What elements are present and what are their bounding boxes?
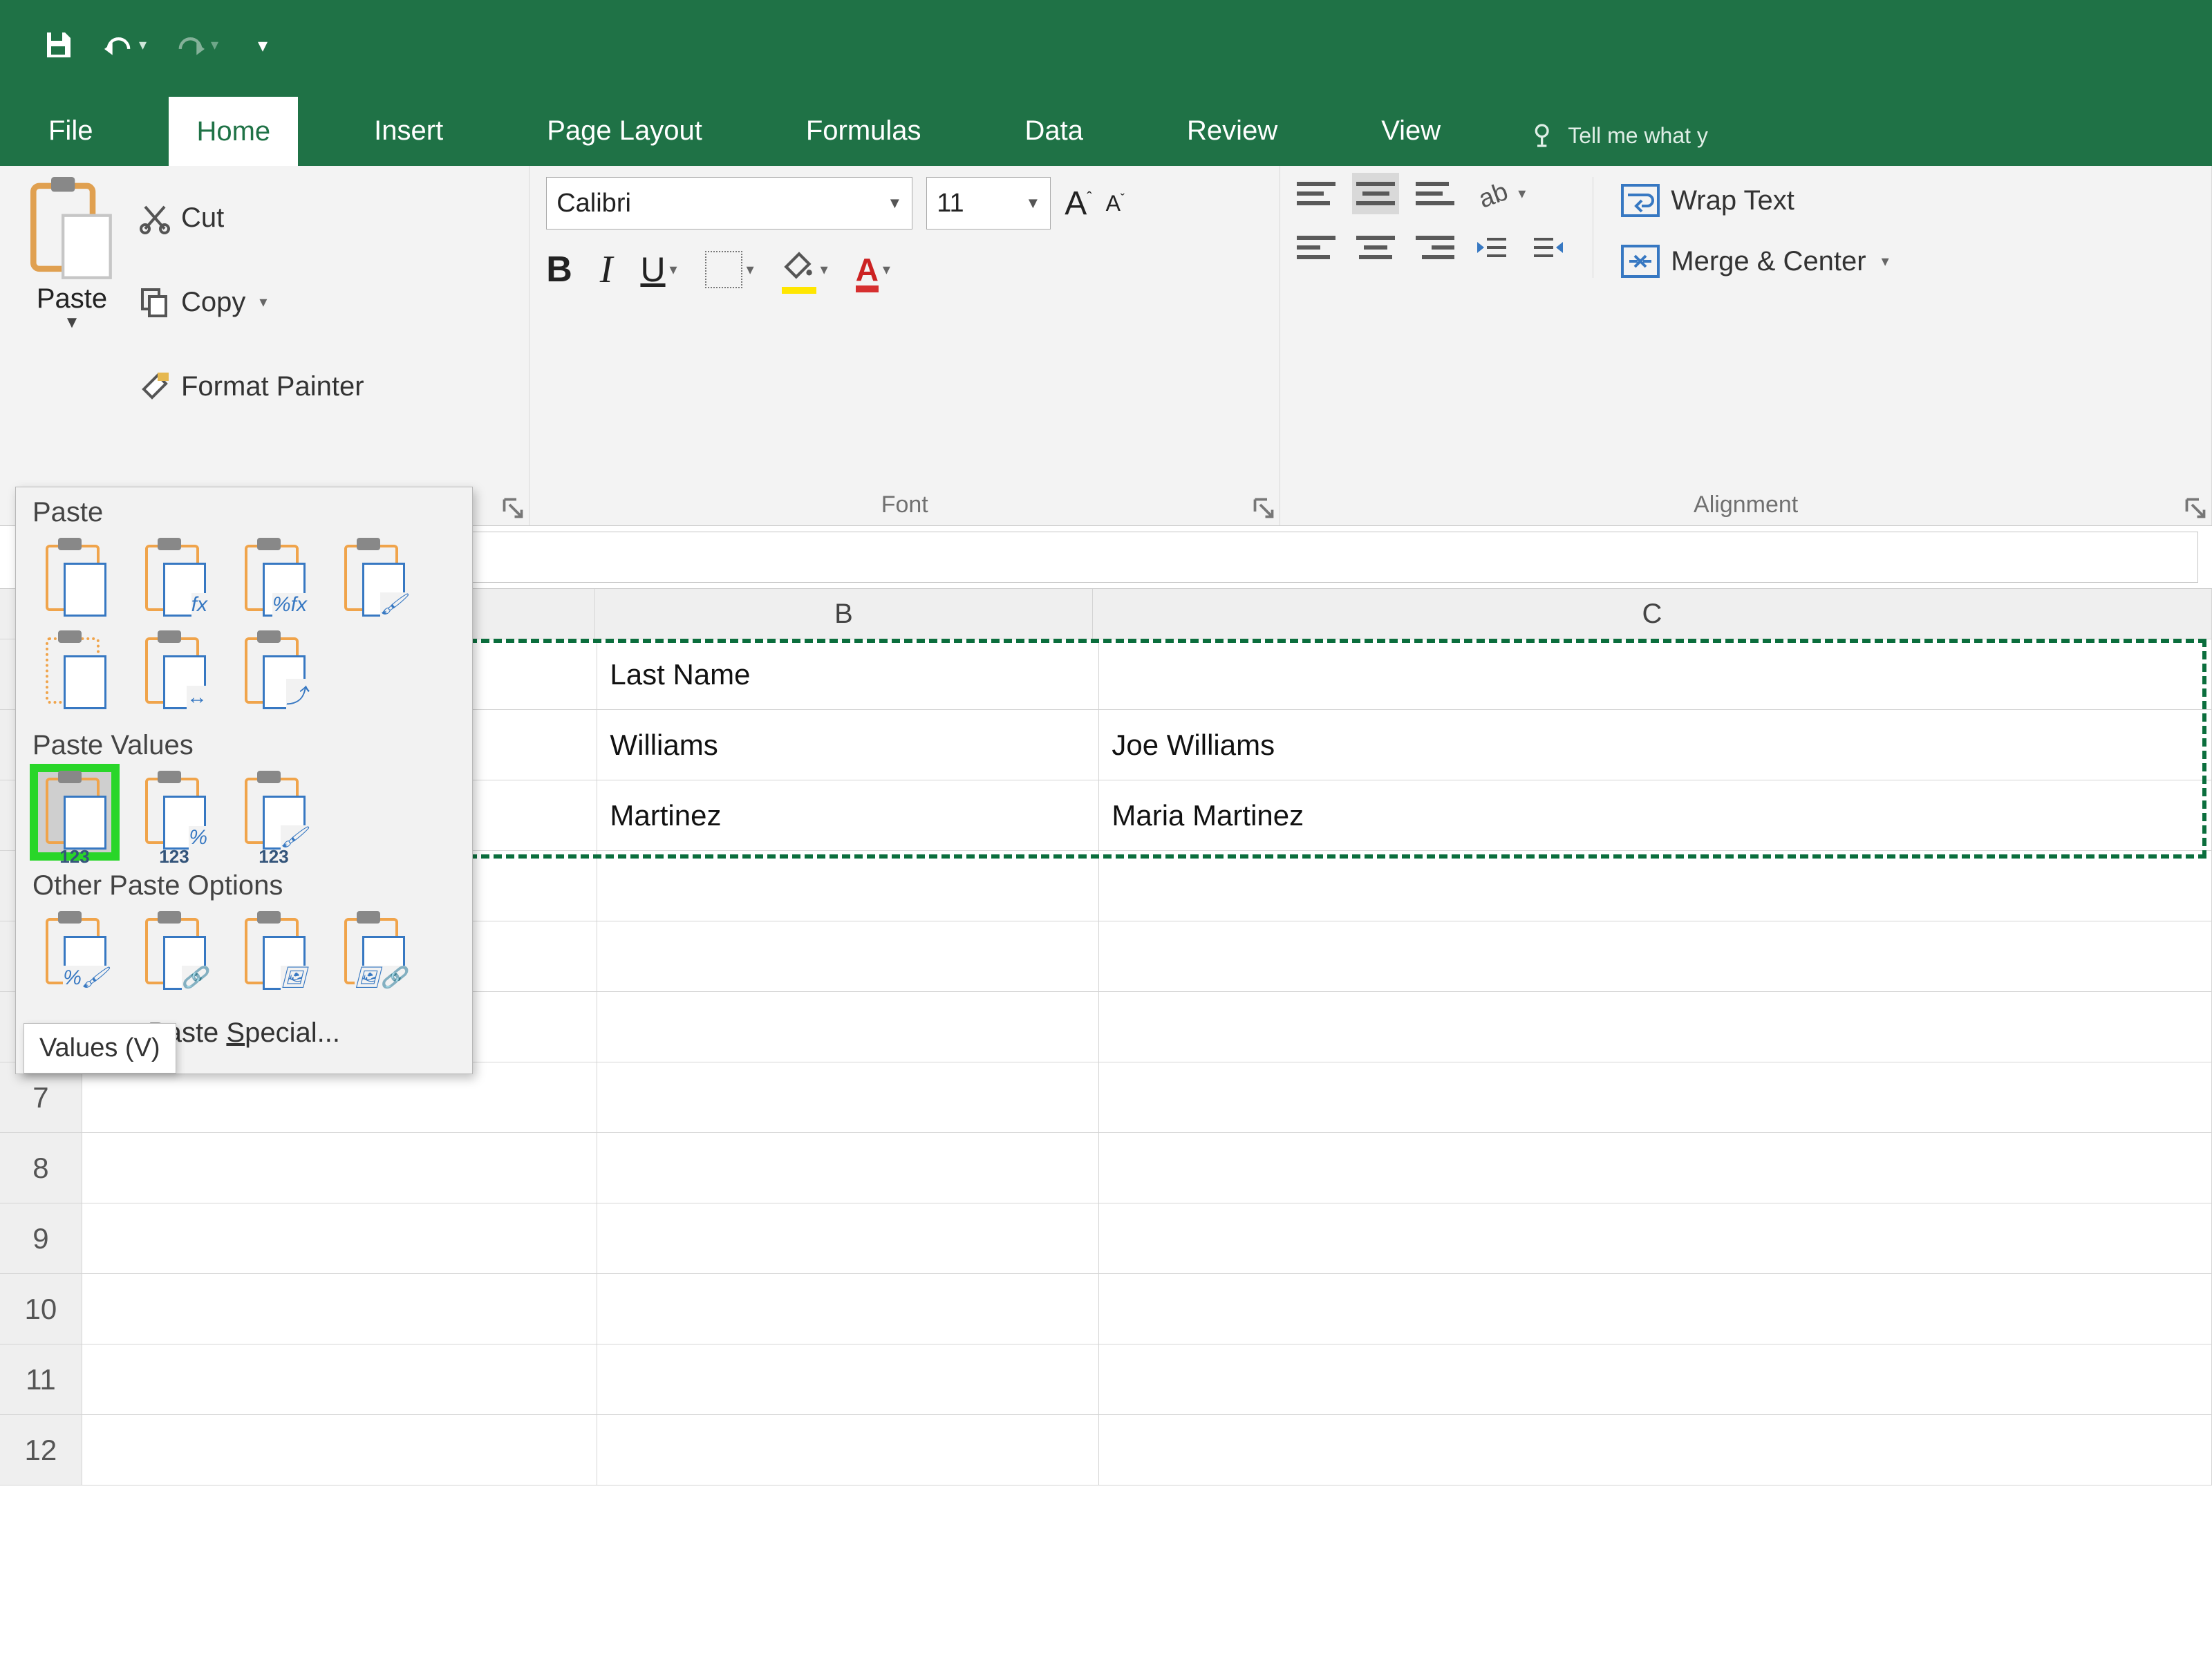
cell[interactable]: Joe Williams xyxy=(1099,710,2212,780)
borders-button[interactable]: ▾ xyxy=(705,251,754,288)
cut-button[interactable]: Cut xyxy=(138,182,364,253)
tab-review[interactable]: Review xyxy=(1159,96,1305,166)
paste-section-label: Paste xyxy=(16,487,472,535)
copy-button[interactable]: Copy ▾ xyxy=(138,267,364,337)
tooltip-values: Values (V) xyxy=(24,1023,176,1074)
paste-keep-col-widths-icon[interactable]: ↔ xyxy=(136,630,212,713)
row-header[interactable]: 11 xyxy=(0,1344,82,1415)
cut-label: Cut xyxy=(181,203,224,234)
font-name-select[interactable]: Calibri▼ xyxy=(546,177,912,229)
align-right-icon[interactable] xyxy=(1416,231,1454,264)
paste-dropdown-arrow[interactable]: ▼ xyxy=(64,315,80,331)
alignment-launcher-icon[interactable] xyxy=(2185,498,2206,518)
decrease-font-icon[interactable]: Aˇ xyxy=(1106,191,1125,216)
cell[interactable]: Last Name xyxy=(597,639,1099,710)
col-header-B[interactable]: B xyxy=(595,589,1093,639)
paste-linked-picture-icon[interactable]: 🖼🔗 xyxy=(335,911,411,994)
paste-formulas-numberfmt-icon[interactable]: %fx xyxy=(236,538,312,621)
decrease-indent-icon[interactable] xyxy=(1475,231,1510,264)
underline-button[interactable]: U▾ xyxy=(640,250,677,290)
paste-values-numberfmt-icon[interactable]: %123 xyxy=(136,771,212,854)
orientation-button[interactable]: ab▾ xyxy=(1475,177,1526,210)
save-icon[interactable] xyxy=(41,28,75,62)
tell-me-search[interactable]: Tell me what y xyxy=(1530,122,1708,166)
paste-link-icon[interactable]: 🔗 xyxy=(136,911,212,994)
table-row: 10 xyxy=(0,1274,2212,1344)
align-middle-icon[interactable] xyxy=(1352,173,1399,214)
wrap-text-button[interactable]: Wrap Text xyxy=(1621,184,1888,217)
table-row: 11 xyxy=(0,1344,2212,1415)
font-color-button[interactable]: A▾ xyxy=(856,251,890,288)
paste-formatting-icon[interactable]: %🖌 xyxy=(37,911,113,994)
table-row: 12 xyxy=(0,1415,2212,1485)
copy-label: Copy xyxy=(181,287,245,318)
merge-center-label: Merge & Center xyxy=(1671,246,1866,277)
increase-indent-icon[interactable] xyxy=(1530,231,1565,264)
tab-insert[interactable]: Insert xyxy=(346,96,471,166)
paste-default-icon[interactable] xyxy=(37,538,113,621)
align-center-icon[interactable] xyxy=(1356,231,1395,264)
tab-page-layout[interactable]: Page Layout xyxy=(519,96,730,166)
table-row: 9 xyxy=(0,1203,2212,1274)
redo-icon: ▾ xyxy=(174,28,218,62)
tab-view[interactable]: View xyxy=(1353,96,1468,166)
align-left-icon[interactable] xyxy=(1297,231,1335,264)
tell-me-label: Tell me what y xyxy=(1568,123,1708,149)
row-header[interactable]: 9 xyxy=(0,1203,82,1274)
formula-input[interactable] xyxy=(444,532,2198,583)
row-header[interactable]: 12 xyxy=(0,1415,82,1485)
ribbon-home: Paste ▼ Cut Copy ▾ Format Pain xyxy=(0,166,2212,526)
col-header-C[interactable]: C xyxy=(1093,589,2212,639)
font-launcher-icon[interactable] xyxy=(1253,498,1274,518)
svg-text:ab: ab xyxy=(1475,177,1512,210)
tab-data[interactable]: Data xyxy=(997,96,1112,166)
tab-file[interactable]: File xyxy=(21,96,120,166)
paste-button[interactable]: Paste ▼ xyxy=(17,177,127,331)
paste-values-icon[interactable]: 123 xyxy=(37,771,113,854)
merge-center-button[interactable]: Merge & Center ▾ xyxy=(1621,245,1888,278)
cell[interactable]: Martinez xyxy=(597,780,1099,851)
paste-values-sourcefmt-icon[interactable]: 🖌123 xyxy=(236,771,312,854)
paste-options-menu: Paste fx %fx 🖌 ↔ ⤴ Paste Values 123 %123… xyxy=(15,487,473,1074)
cell[interactable] xyxy=(1099,639,2212,710)
paste-other-section-label: Other Paste Options xyxy=(16,861,472,908)
font-size-value: 11 xyxy=(937,189,964,218)
undo-icon[interactable]: ▾ xyxy=(102,28,147,62)
paste-label: Paste xyxy=(37,283,107,315)
group-font: Calibri▼ 11▼ Aˆ Aˇ B I U▾ ▾ ▾ xyxy=(529,166,1280,525)
font-name-value: Calibri xyxy=(556,189,631,218)
clipboard-launcher-icon[interactable] xyxy=(503,498,523,518)
paste-values-section-label: Paste Values xyxy=(16,720,472,768)
paste-keep-source-fmt-icon[interactable]: 🖌 xyxy=(335,538,411,621)
qat-customize-icon[interactable]: ▾ xyxy=(246,28,279,62)
bold-button[interactable]: B xyxy=(546,249,572,290)
ribbon-tabs: File Home Insert Page Layout Formulas Da… xyxy=(0,90,2212,166)
align-bottom-icon[interactable] xyxy=(1416,177,1454,210)
font-group-title: Font xyxy=(546,491,1263,518)
fill-color-button[interactable]: ▾ xyxy=(782,250,828,290)
format-painter-label: Format Painter xyxy=(181,371,364,402)
paste-picture-icon[interactable]: 🖼 xyxy=(236,911,312,994)
tab-formulas[interactable]: Formulas xyxy=(778,96,949,166)
quick-access-toolbar: ▾ ▾ ▾ xyxy=(0,0,2212,90)
paste-formulas-icon[interactable]: fx xyxy=(136,538,212,621)
row-header[interactable]: 8 xyxy=(0,1133,82,1203)
group-alignment: ab▾ Wrap Text xyxy=(1280,166,2212,525)
tab-home[interactable]: Home xyxy=(169,97,298,167)
paste-transpose-icon[interactable]: ⤴ xyxy=(236,630,312,713)
format-painter-button[interactable]: Format Painter xyxy=(138,351,364,422)
italic-button[interactable]: I xyxy=(600,247,613,292)
align-top-icon[interactable] xyxy=(1297,177,1335,210)
font-size-select[interactable]: 11▼ xyxy=(926,177,1051,229)
increase-font-icon[interactable]: Aˆ xyxy=(1065,185,1091,223)
row-header[interactable]: 10 xyxy=(0,1274,82,1344)
cell[interactable]: Maria Martinez xyxy=(1099,780,2212,851)
table-row: 8 xyxy=(0,1133,2212,1203)
excel-window: ▾ ▾ ▾ File Home Insert Page Layout Formu… xyxy=(0,0,2212,1659)
group-clipboard: Paste ▼ Cut Copy ▾ Format Pain xyxy=(0,166,529,525)
wrap-text-label: Wrap Text xyxy=(1671,185,1794,216)
paste-no-borders-icon[interactable] xyxy=(37,630,113,713)
alignment-group-title: Alignment xyxy=(1297,491,2195,518)
cell[interactable]: Williams xyxy=(597,710,1099,780)
